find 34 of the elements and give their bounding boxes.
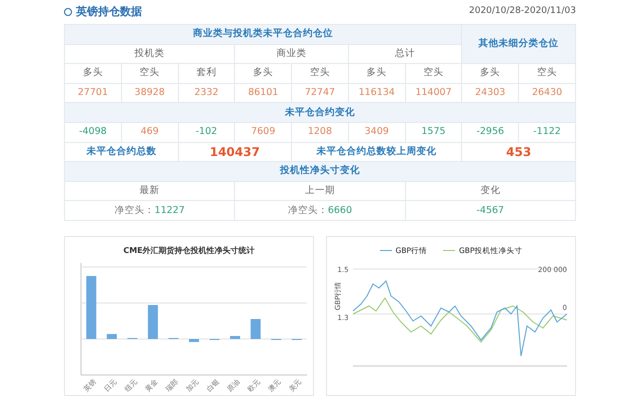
section-title: 英镑持仓数据	[76, 4, 142, 20]
table-header: 商业类与投机类未平仓合约仓位	[64, 24, 462, 44]
column-header: 最新	[64, 181, 235, 201]
column-header: 空头	[121, 64, 178, 84]
table-cell: 净空头：6660	[234, 200, 406, 220]
table-cell: 净空头：11227	[64, 200, 235, 220]
table-cell: -4567	[405, 200, 576, 220]
chart-title: CME外汇期货持仓投机性净头寸统计	[123, 244, 255, 257]
column-header: 上一期	[234, 181, 406, 201]
table-header: 投机性净头寸变化	[64, 162, 576, 182]
column-header: 套利	[178, 64, 235, 84]
column-header: 多头	[348, 64, 406, 84]
column-header: 变化	[405, 181, 576, 201]
table-cell: -1122	[518, 122, 576, 142]
column-header: 投机类	[64, 44, 235, 64]
column-header: 空头	[518, 64, 576, 84]
table-header: 其他未细分类仓位	[462, 24, 576, 64]
table-cell: 1575	[405, 122, 462, 142]
table-cell: -2956	[462, 122, 519, 142]
table-cell: -4098	[64, 122, 122, 142]
table-cell: 7609	[234, 122, 292, 142]
circle-icon	[64, 8, 72, 16]
table-header: 未平仓合约变化	[64, 102, 576, 122]
column-header: 空头	[405, 64, 462, 84]
column-header: 空头	[292, 64, 348, 84]
column-header: 商业类	[234, 44, 348, 64]
column-header: 多头	[462, 64, 519, 84]
column-header: 多头	[234, 64, 292, 84]
table-cell: 469	[121, 122, 178, 142]
date-range: 2020/10/28-2020/11/03	[469, 5, 576, 18]
table-cell: 3409	[348, 122, 406, 142]
table-cell: -102	[178, 122, 235, 142]
column-header: 多头	[64, 64, 122, 84]
table-cell: 1208	[292, 122, 348, 142]
